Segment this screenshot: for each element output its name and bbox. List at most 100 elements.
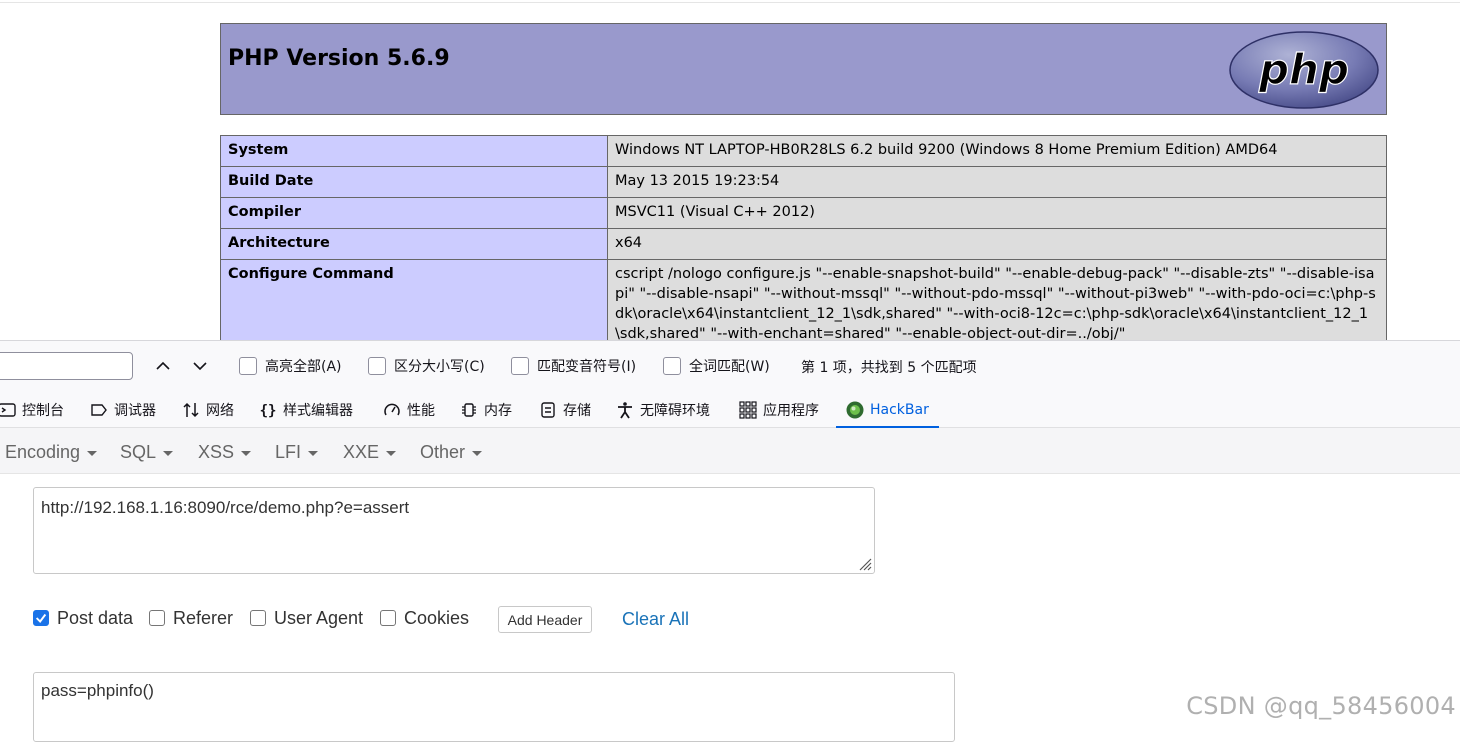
menu-label: XXE xyxy=(343,442,380,462)
checkbox[interactable] xyxy=(368,357,386,375)
checkbox[interactable] xyxy=(663,357,681,375)
table-row: Architecture x64 xyxy=(220,228,1387,260)
option-user-agent[interactable]: User Agent xyxy=(250,606,363,630)
tab-debugger[interactable]: 调试器 xyxy=(90,392,156,427)
menu-other[interactable]: Other xyxy=(420,442,483,463)
watermark: CSDN @qq_58456004 xyxy=(1186,692,1456,720)
info-value: cscript /nologo configure.js "--enable-s… xyxy=(607,259,1387,340)
tab-label: 内存 xyxy=(484,402,512,419)
info-key: Compiler xyxy=(220,197,608,229)
find-option-label: 匹配变音符号(I) xyxy=(537,359,637,375)
caret-down-icon xyxy=(163,451,174,456)
php-logo: php xyxy=(1229,31,1379,109)
tab-label: 无障碍环境 xyxy=(640,402,710,419)
info-key: Build Date xyxy=(220,166,608,198)
menu-lfi[interactable]: LFI xyxy=(275,442,319,463)
style-editor-icon: {} xyxy=(260,403,277,419)
network-icon xyxy=(183,402,199,417)
table-row: Build Date May 13 2015 19:23:54 xyxy=(220,166,1387,198)
storage-icon xyxy=(541,401,555,418)
find-option-label: 区分大小写(C) xyxy=(394,359,485,375)
find-option-highlight-all[interactable]: 高亮全部(A) xyxy=(239,355,342,377)
tab-accessibility[interactable]: 无障碍环境 xyxy=(616,392,710,427)
checkbox[interactable] xyxy=(511,357,529,375)
menu-label: LFI xyxy=(275,442,302,462)
info-value: MSVC11 (Visual C++ 2012) xyxy=(607,197,1387,229)
find-option-match-diacritics[interactable]: 匹配变音符号(I) xyxy=(511,355,636,377)
hackbar-icon xyxy=(846,401,864,418)
find-option-label: 全词匹配(W) xyxy=(689,359,770,375)
console-icon xyxy=(0,402,16,417)
tab-console[interactable]: 控制台 xyxy=(0,392,64,427)
find-input[interactable] xyxy=(0,352,133,380)
table-row: Compiler MSVC11 (Visual C++ 2012) xyxy=(220,197,1387,229)
post-data-checkbox[interactable] xyxy=(33,610,49,626)
chevron-up-icon xyxy=(156,361,170,370)
info-value: Windows NT LAPTOP-HB0R28LS 6.2 build 920… xyxy=(607,135,1387,167)
menu-encoding[interactable]: Encoding xyxy=(5,442,98,463)
caret-down-icon xyxy=(472,451,483,456)
check-icon xyxy=(35,613,47,623)
info-value: May 13 2015 19:23:54 xyxy=(607,166,1387,198)
option-label: Referer xyxy=(173,607,234,628)
menu-label: XSS xyxy=(198,442,235,462)
application-icon xyxy=(739,400,757,419)
checkbox[interactable] xyxy=(239,357,257,375)
option-referer[interactable]: Referer xyxy=(149,606,233,630)
user-agent-checkbox[interactable] xyxy=(250,610,266,626)
find-option-whole-words[interactable]: 全词匹配(W) xyxy=(663,355,770,377)
tab-network[interactable]: 网络 xyxy=(182,392,234,427)
tab-label: 控制台 xyxy=(22,402,64,419)
add-header-button[interactable]: Add Header xyxy=(498,606,592,633)
svg-text:{}: {} xyxy=(260,403,277,419)
performance-icon xyxy=(384,403,400,415)
devtools-toolbar: 控制台 调试器 网络 {} 样式编辑器 性能 内存 存储 无障碍环境 应用程序 xyxy=(0,392,1460,428)
option-label: Cookies xyxy=(404,607,470,628)
tab-label: HackBar xyxy=(870,401,929,418)
tab-label: 存储 xyxy=(563,402,591,419)
tab-memory[interactable]: 内存 xyxy=(460,392,512,427)
caret-down-icon xyxy=(241,451,252,456)
info-key: Architecture xyxy=(220,228,608,260)
memory-icon xyxy=(462,402,476,417)
find-previous-button[interactable] xyxy=(150,353,176,379)
find-option-match-case[interactable]: 区分大小写(C) xyxy=(368,355,485,377)
menu-sql[interactable]: SQL xyxy=(120,442,174,463)
tab-hackbar[interactable]: HackBar xyxy=(836,392,939,428)
tab-style-editor[interactable]: {} 样式编辑器 xyxy=(259,392,353,427)
chevron-down-icon xyxy=(193,362,207,371)
menu-xxe[interactable]: XXE xyxy=(343,442,397,463)
option-label: User Agent xyxy=(274,607,364,628)
cookies-checkbox[interactable] xyxy=(380,610,396,626)
option-cookies[interactable]: Cookies xyxy=(380,606,469,630)
find-option-label: 高亮全部(A) xyxy=(265,359,342,375)
find-bar: 高亮全部(A) 区分大小写(C) 匹配变音符号(I) 全词匹配(W) 第 1 项… xyxy=(0,340,1460,393)
caret-down-icon xyxy=(87,451,98,456)
menu-label: SQL xyxy=(120,442,157,462)
menu-xss[interactable]: XSS xyxy=(198,442,252,463)
tab-storage[interactable]: 存储 xyxy=(539,392,591,427)
hackbar-panel: http://192.168.1.16:8090/rce/demo.php?e=… xyxy=(0,474,1460,742)
tab-application[interactable]: 应用程序 xyxy=(739,392,819,427)
accessibility-icon xyxy=(618,401,632,418)
page-top-border xyxy=(0,2,1460,3)
caret-down-icon xyxy=(386,451,397,456)
url-text: http://192.168.1.16:8090/rce/demo.php?e=… xyxy=(41,498,410,517)
tab-performance[interactable]: 性能 xyxy=(383,392,435,427)
info-key: System xyxy=(220,135,608,167)
post-data-text: pass=phpinfo() xyxy=(41,681,154,700)
tab-label: 性能 xyxy=(407,402,435,419)
menu-label: Other xyxy=(420,442,466,462)
info-key: Configure Command xyxy=(220,259,608,340)
php-logo-text: php xyxy=(1258,45,1349,94)
find-next-button[interactable] xyxy=(187,353,213,379)
tab-label: 调试器 xyxy=(114,402,156,419)
tab-label: 样式编辑器 xyxy=(283,402,353,419)
phpinfo-table: System Windows NT LAPTOP-HB0R28LS 6.2 bu… xyxy=(220,135,1387,340)
referer-checkbox[interactable] xyxy=(149,610,165,626)
resize-grip-icon[interactable] xyxy=(856,555,872,571)
url-input[interactable]: http://192.168.1.16:8090/rce/demo.php?e=… xyxy=(33,487,875,574)
option-post-data[interactable]: Post data xyxy=(33,606,133,630)
clear-all-link[interactable]: Clear All xyxy=(622,609,689,630)
post-data-input[interactable]: pass=phpinfo() xyxy=(33,672,955,742)
